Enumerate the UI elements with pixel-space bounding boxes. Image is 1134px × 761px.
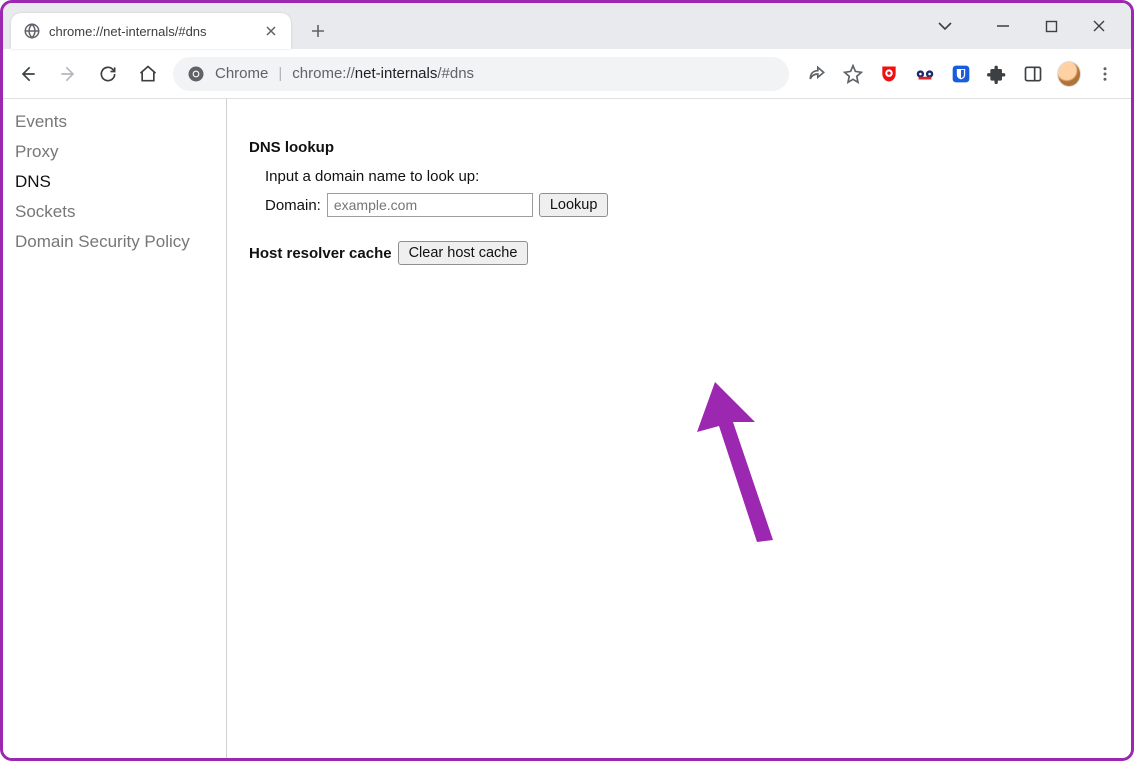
browser-toolbar: Chrome | chrome://net-internals/#dns [3,49,1131,99]
tab-title: chrome://net-internals/#dns [49,24,255,39]
window-controls [935,3,1131,49]
sidebar-item-dns[interactable]: DNS [15,167,214,197]
omnibox-origin: Chrome [215,65,268,82]
extension-bitwarden-icon[interactable] [949,62,973,86]
bookmark-star-icon[interactable] [841,62,865,86]
dns-lookup-heading: DNS lookup [249,139,1109,156]
toolbar-actions [799,62,1121,86]
globe-icon [23,22,41,40]
host-resolver-cache-heading: Host resolver cache [249,245,392,262]
share-icon[interactable] [805,62,829,86]
domain-input[interactable] [327,193,533,217]
close-window-button[interactable] [1089,16,1109,36]
domain-label: Domain: [265,197,321,214]
new-tab-button[interactable] [303,16,333,46]
chrome-origin-icon [187,65,205,83]
reload-button[interactable] [93,59,123,89]
sidebar-item-sockets[interactable]: Sockets [15,197,214,227]
forward-button[interactable] [53,59,83,89]
home-button[interactable] [133,59,163,89]
sidebar-item-domain-security-policy[interactable]: Domain Security Policy [15,227,214,257]
address-bar[interactable]: Chrome | chrome://net-internals/#dns [173,57,789,91]
sidebar-item-proxy[interactable]: Proxy [15,137,214,167]
sidebar: Events Proxy DNS Sockets Domain Security… [3,99,227,758]
omnibox-divider: | [278,65,282,82]
annotation-arrow-icon [685,382,775,542]
browser-tab[interactable]: chrome://net-internals/#dns [11,13,291,49]
chevron-down-icon[interactable] [935,16,955,36]
back-button[interactable] [13,59,43,89]
side-panel-icon[interactable] [1021,62,1045,86]
omnibox-url: chrome://net-internals/#dns [292,65,474,82]
kebab-menu-icon[interactable] [1093,62,1117,86]
profile-avatar[interactable] [1057,62,1081,86]
dns-lookup-prompt: Input a domain name to look up: [265,168,1109,185]
close-tab-icon[interactable] [263,23,279,39]
page-content: Events Proxy DNS Sockets Domain Security… [3,99,1131,758]
main-panel: DNS lookup Input a domain name to look u… [227,99,1131,758]
extension-ublock-icon[interactable] [877,62,901,86]
extension-eyes-icon[interactable] [913,62,937,86]
extensions-puzzle-icon[interactable] [985,62,1009,86]
titlebar: chrome://net-internals/#dns [3,3,1131,49]
minimize-button[interactable] [993,16,1013,36]
sidebar-item-events[interactable]: Events [15,107,214,137]
maximize-button[interactable] [1041,16,1061,36]
clear-host-cache-button[interactable]: Clear host cache [398,241,529,265]
lookup-button[interactable]: Lookup [539,193,609,217]
